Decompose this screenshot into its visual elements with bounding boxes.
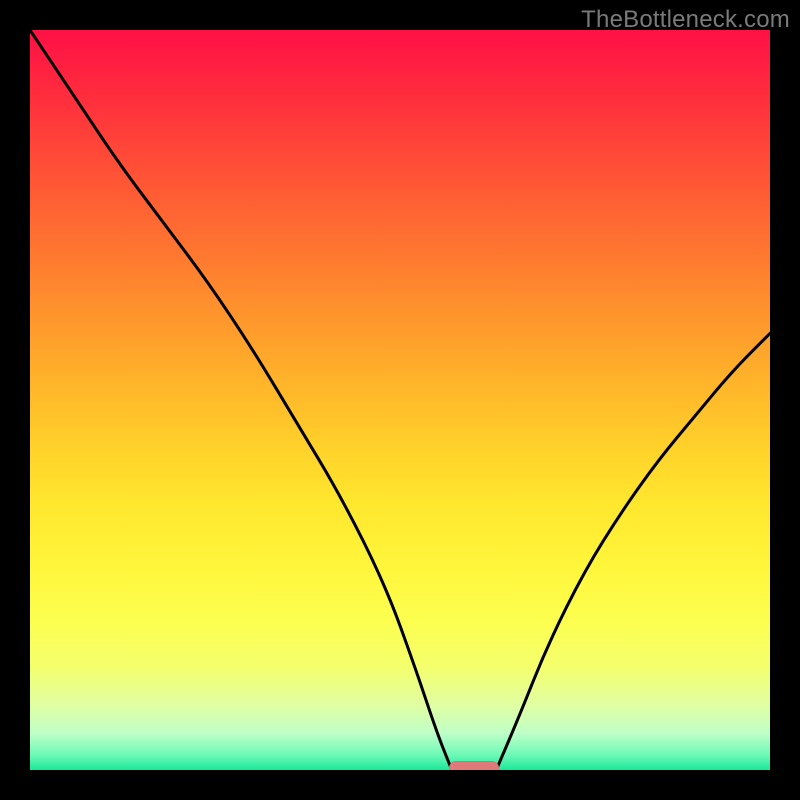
curve-left-branch xyxy=(30,30,452,770)
plot-area xyxy=(30,30,770,770)
curve-right-branch xyxy=(496,333,770,770)
chart-frame: TheBottleneck.com xyxy=(0,0,800,800)
bottleneck-marker xyxy=(449,761,499,770)
watermark-text: TheBottleneck.com xyxy=(581,6,790,34)
bottleneck-curves xyxy=(30,30,770,770)
